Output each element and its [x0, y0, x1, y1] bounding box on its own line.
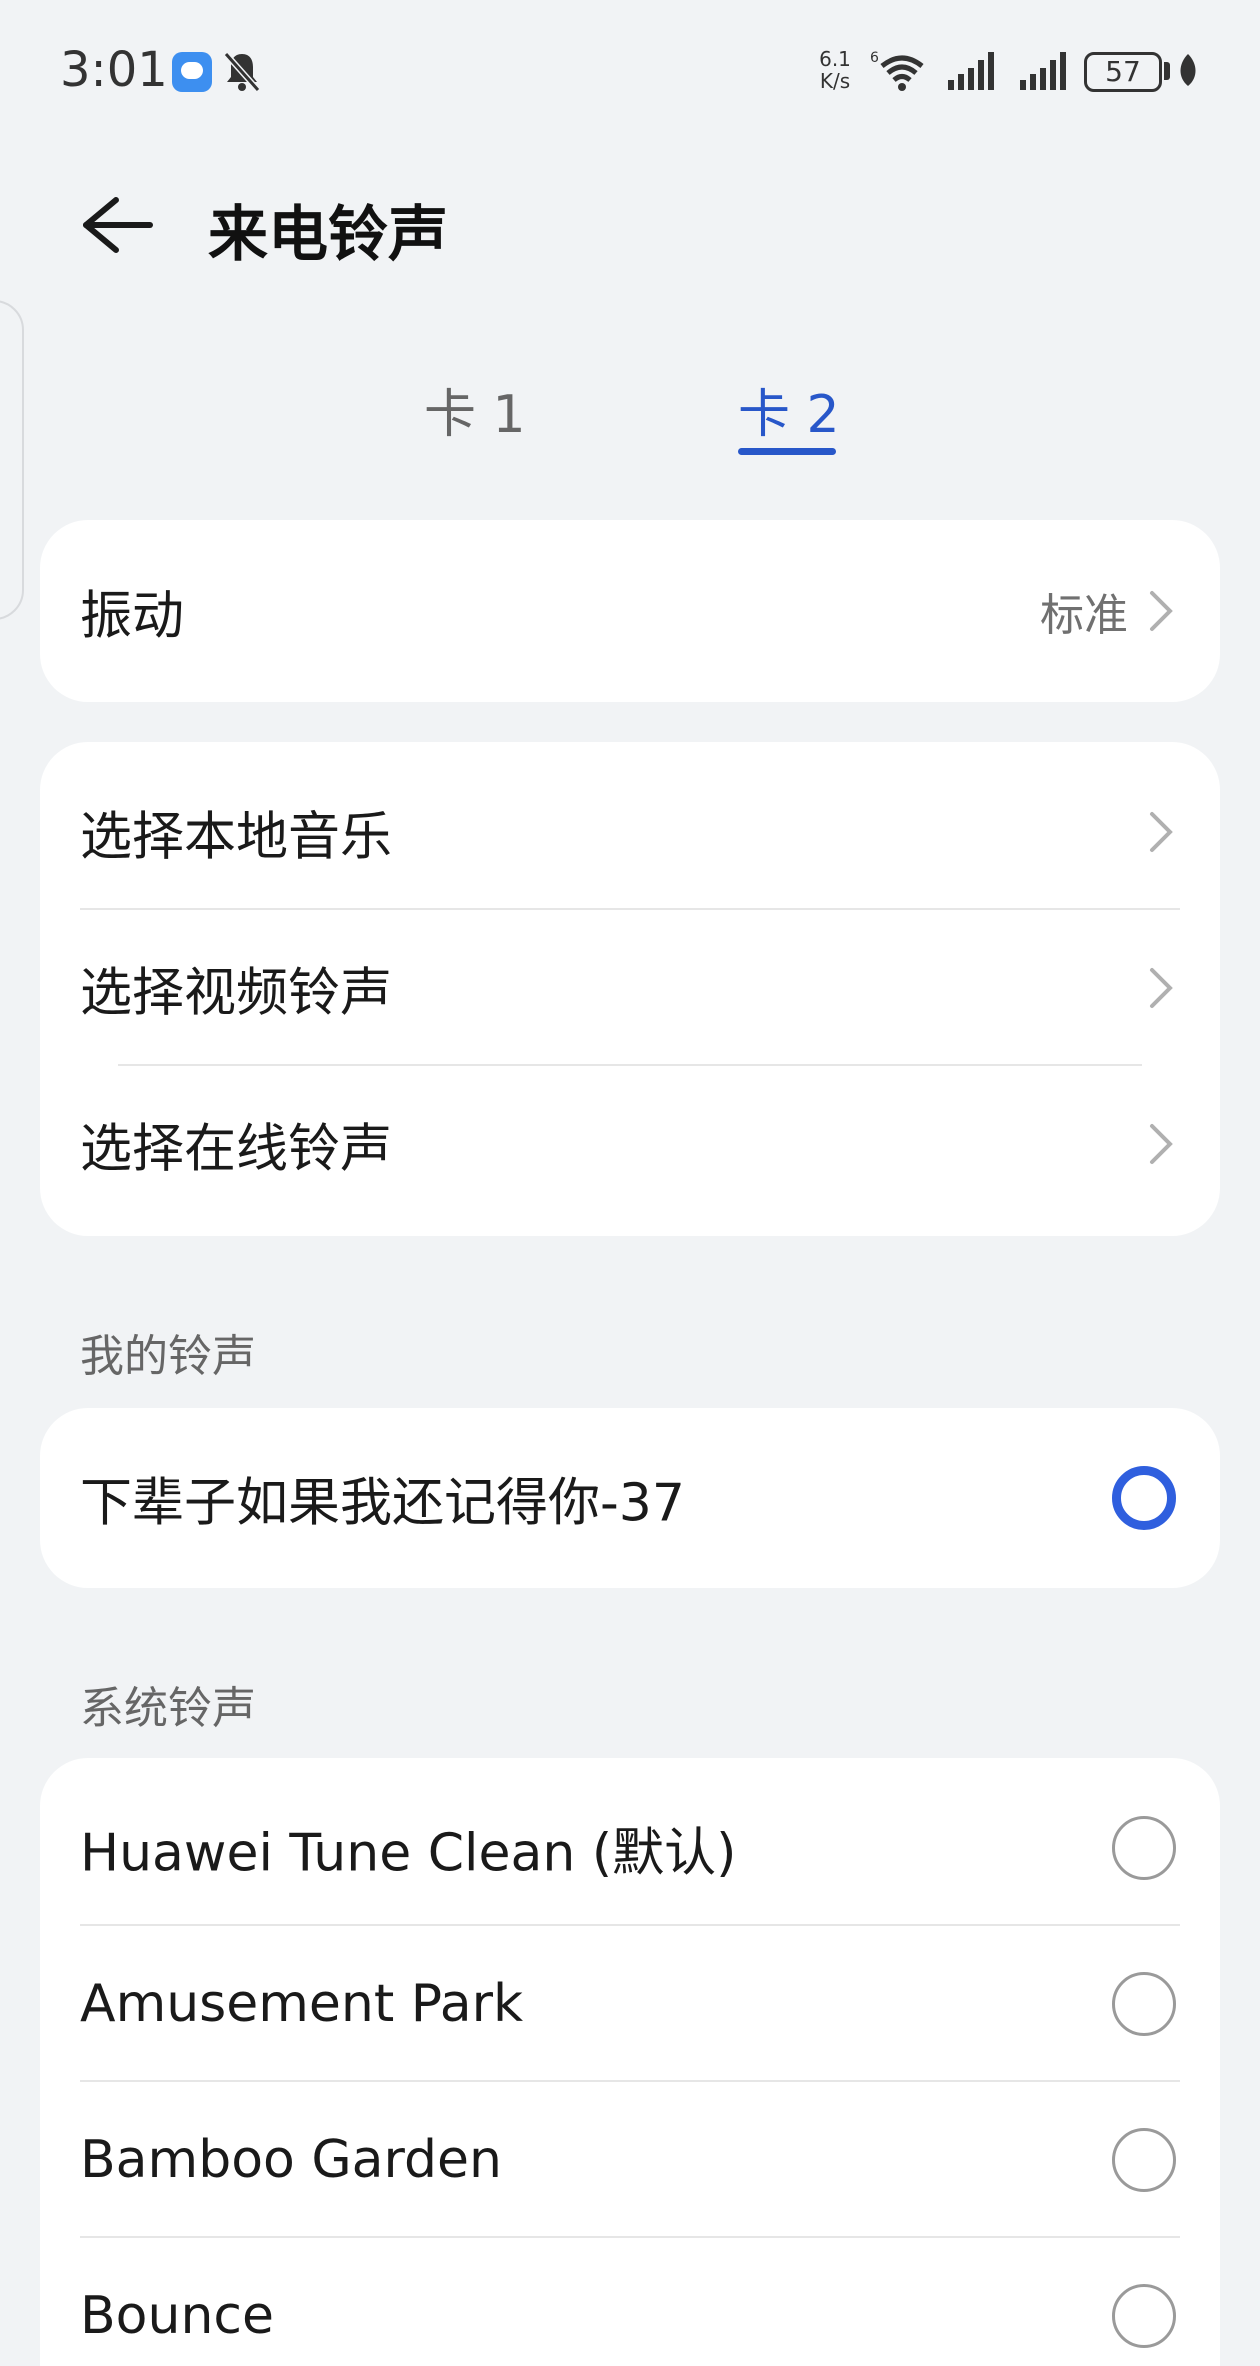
my-ringtones-card: 下辈子如果我还记得你-37: [40, 1408, 1220, 1588]
network-speed-value: 6.1: [819, 47, 851, 71]
radio-unselected[interactable]: [1112, 2284, 1176, 2348]
bell-muted-icon: [223, 52, 261, 92]
message-notification-icon: [172, 52, 212, 92]
ringtone-label: Amusement Park: [80, 1974, 524, 2034]
vibration-row[interactable]: 振动 标准: [40, 520, 1220, 702]
system-ringtones-card: Huawei Tune Clean (默认) Amusement Park Ba…: [40, 1758, 1220, 2366]
network-speed: 6.1 K/s: [814, 48, 856, 92]
menu-item-local-music[interactable]: 选择本地音乐: [40, 742, 1220, 910]
signal-sim2-icon: [1020, 52, 1066, 90]
vibration-card: 振动 标准: [40, 520, 1220, 702]
ringtone-item[interactable]: Bamboo Garden: [40, 2082, 1220, 2238]
ringtone-item[interactable]: Amusement Park: [40, 1926, 1220, 2082]
tab-selected-indicator: [738, 448, 836, 455]
radio-unselected[interactable]: [1112, 1816, 1176, 1880]
wifi-badge: 6: [870, 50, 879, 66]
chevron-right-icon: [1150, 591, 1173, 631]
menu-item-video-ringtone[interactable]: 选择视频铃声: [40, 910, 1220, 1066]
power-saving-leaf-icon: [1180, 54, 1196, 86]
menu-item-label: 选择本地音乐: [80, 807, 393, 868]
status-bar: 3:01 6.1 K/s 6 57: [0, 0, 1260, 140]
ringtone-item[interactable]: Huawei Tune Clean (默认): [40, 1758, 1220, 1926]
menu-item-online-ringtone[interactable]: 选择在线铃声: [40, 1066, 1220, 1236]
vibration-label: 振动: [80, 586, 185, 647]
tab-sim1[interactable]: 卡 1: [424, 372, 526, 447]
tab-sim2[interactable]: 卡 2: [738, 372, 840, 447]
ringtone-label: Bounce: [80, 2286, 274, 2346]
chevron-right-icon: [1150, 968, 1173, 1008]
choose-ringtone-card: 选择本地音乐 选择视频铃声 选择在线铃声: [40, 742, 1220, 1236]
chevron-right-icon: [1150, 812, 1173, 852]
chevron-right-icon: [1150, 1124, 1173, 1164]
ringtone-label: Bamboo Garden: [80, 2130, 502, 2190]
signal-sim1-icon: [948, 52, 994, 90]
ringtone-item[interactable]: 下辈子如果我还记得你-37: [40, 1408, 1220, 1588]
radio-unselected[interactable]: [1112, 2128, 1176, 2192]
side-edge-handle: [0, 300, 24, 620]
ringtone-settings-page: 3:01 6.1 K/s 6 57 来电铃声 卡 1 卡 2 振动 标准 选择本…: [0, 0, 1260, 2366]
page-title: 来电铃声: [208, 200, 448, 270]
battery-tip: [1164, 62, 1170, 80]
ringtone-label: 下辈子如果我还记得你-37: [80, 1473, 685, 1534]
ringtone-item[interactable]: Bounce: [40, 2238, 1220, 2366]
status-time: 3:01: [60, 42, 168, 98]
battery-level: 57: [1084, 52, 1162, 92]
wifi-icon: 6: [870, 50, 924, 91]
section-title-system-ringtones: 系统铃声: [80, 1683, 256, 1734]
menu-item-label: 选择在线铃声: [80, 1119, 393, 1180]
vibration-value: 标准: [1040, 590, 1128, 641]
section-title-my-ringtones: 我的铃声: [80, 1331, 256, 1382]
menu-item-label: 选择视频铃声: [80, 963, 393, 1024]
radio-unselected[interactable]: [1112, 1972, 1176, 2036]
network-speed-unit: K/s: [819, 69, 851, 93]
ringtone-label: Huawei Tune Clean (默认): [80, 1823, 737, 1884]
back-arrow-icon[interactable]: [70, 180, 160, 270]
radio-selected[interactable]: [1112, 1466, 1176, 1530]
